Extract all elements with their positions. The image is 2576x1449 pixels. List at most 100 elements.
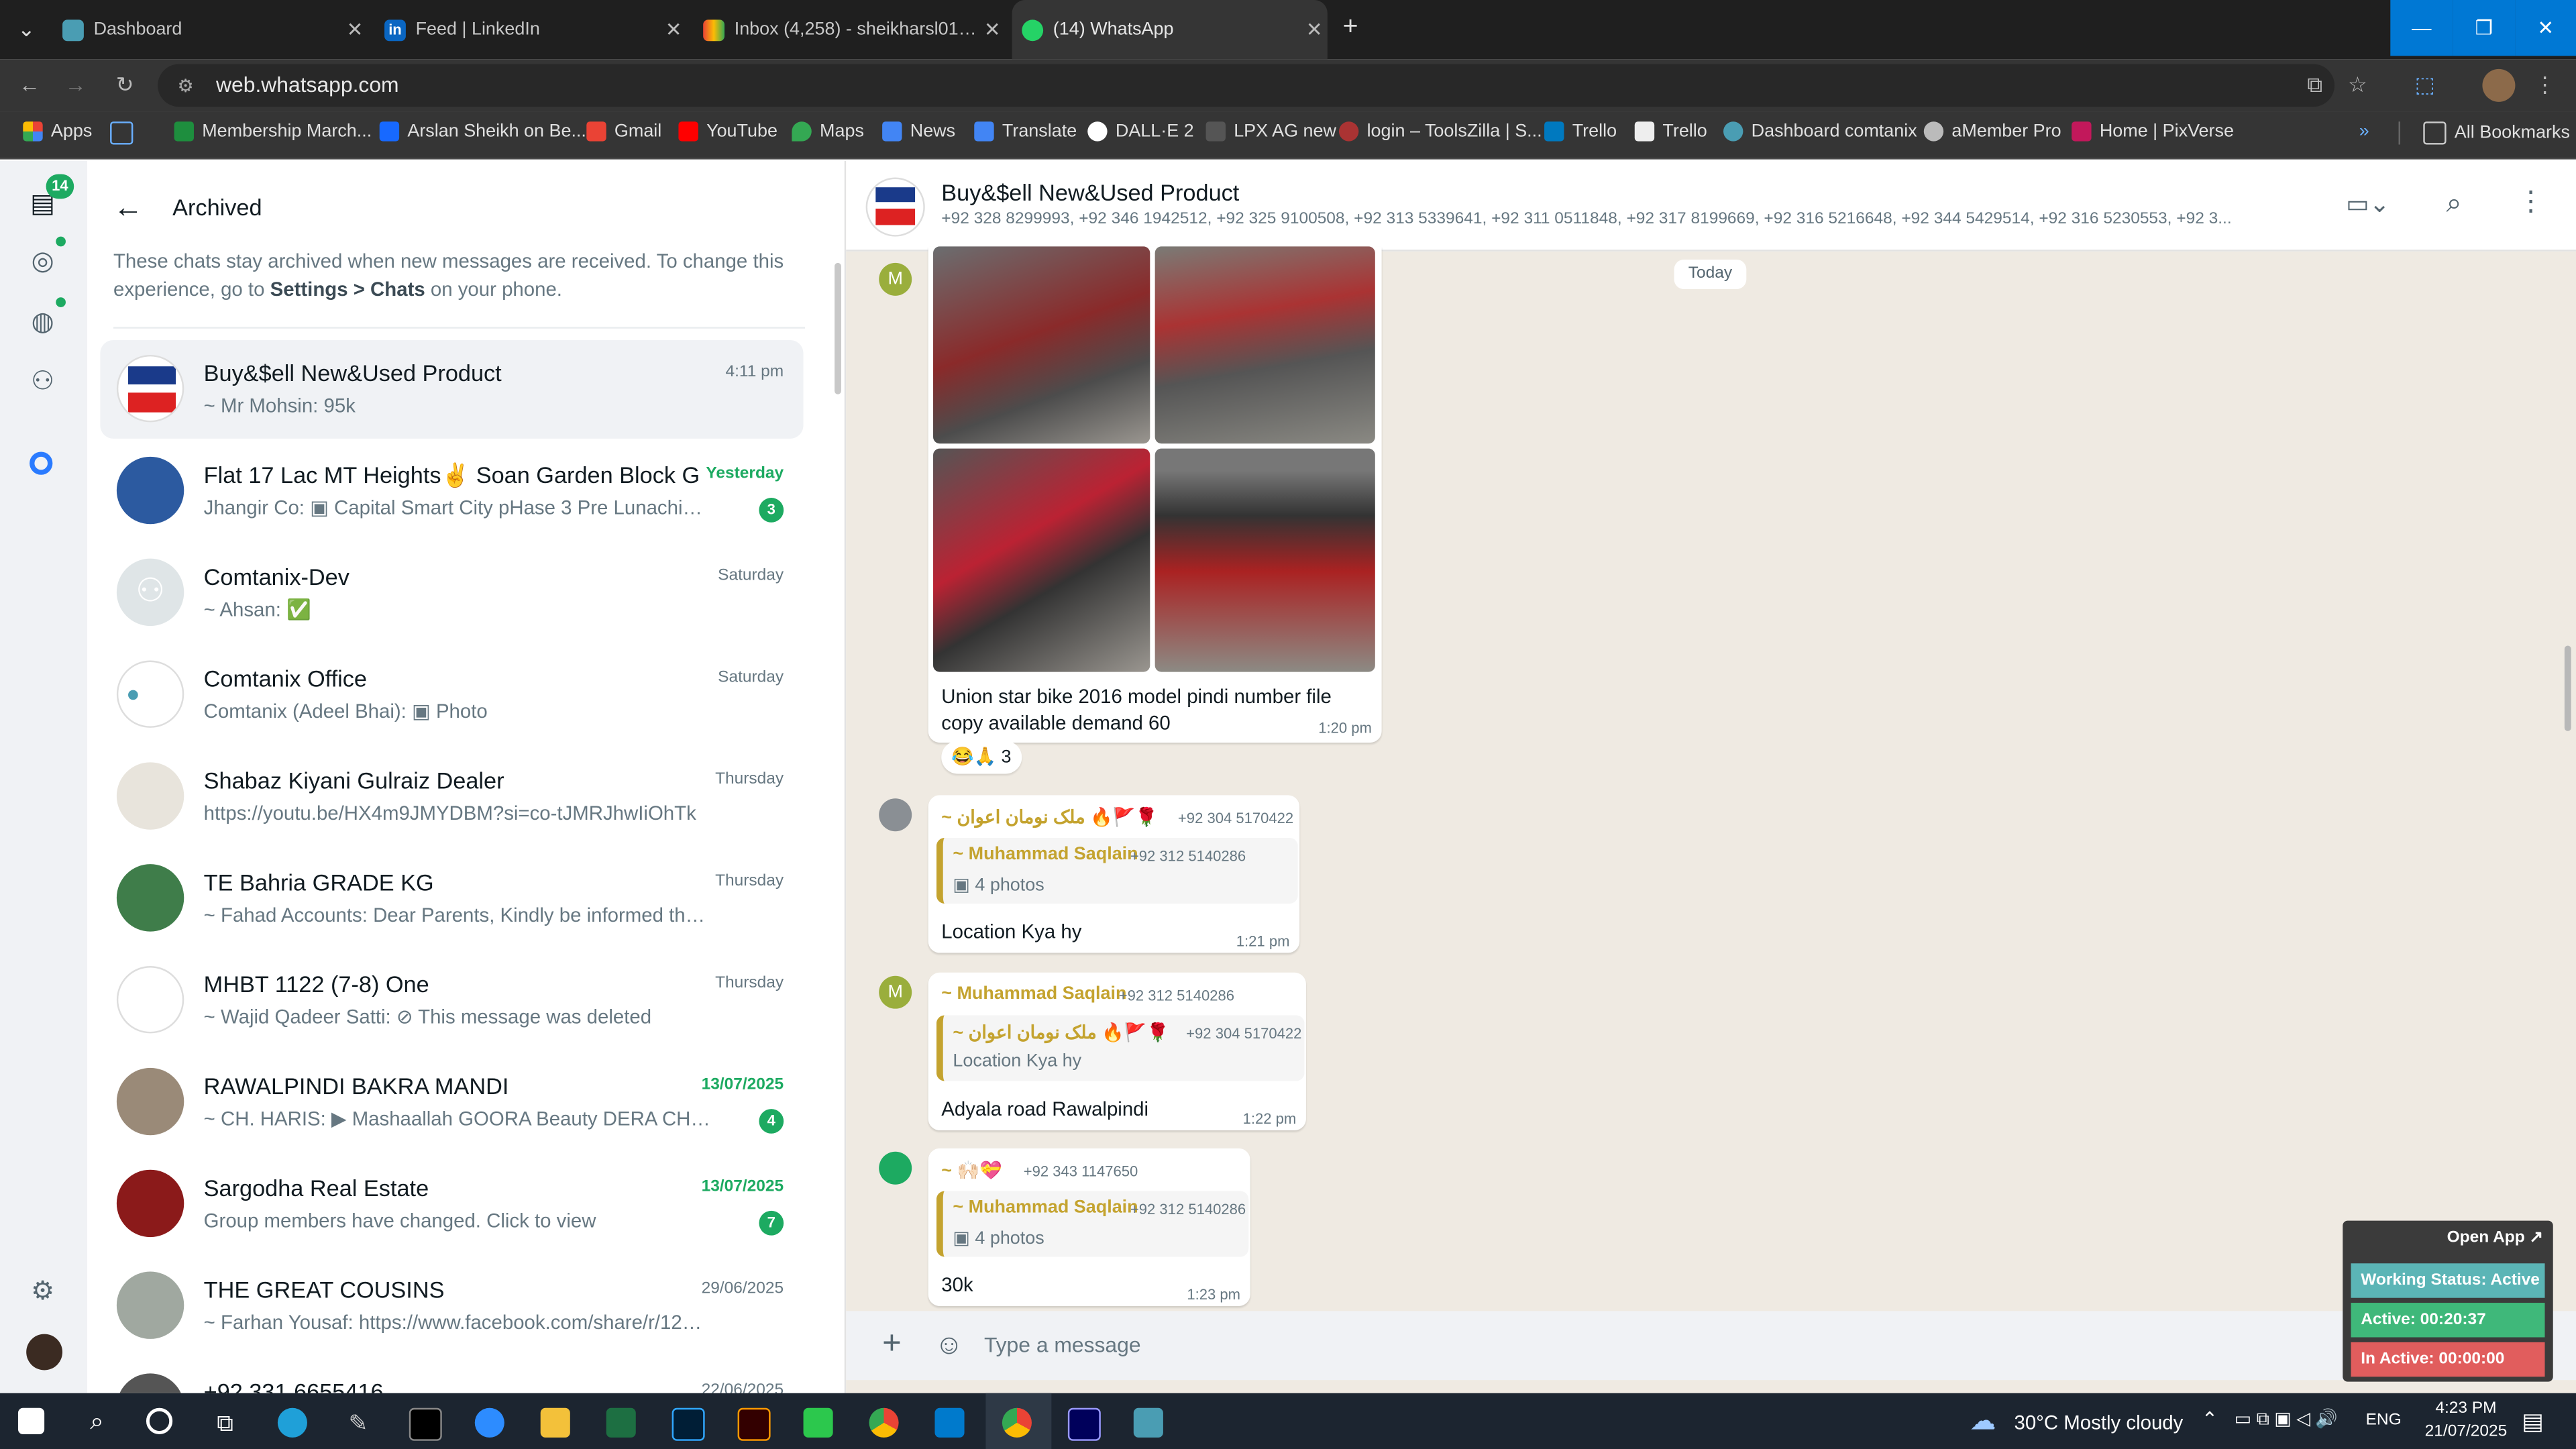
conversation-scrollbar[interactable] <box>2564 645 2571 731</box>
edge-icon[interactable] <box>277 1407 307 1438</box>
chat-row-comtanix-office[interactable]: Comtanix Office Comtanix (Adeel Bhai): ▣… <box>100 645 803 744</box>
forward-icon[interactable]: → <box>62 72 89 99</box>
settings-gear-icon[interactable]: ⚙ <box>25 1275 61 1311</box>
conversation-header[interactable]: Buy&$ell New&Used Product +92 328 829999… <box>846 161 2576 252</box>
photo-thumbnail[interactable] <box>933 246 1150 444</box>
close-tab-icon[interactable]: ✕ <box>979 18 1006 41</box>
app-icon[interactable] <box>803 1407 833 1438</box>
chat-row-mhbt[interactable]: MHBT 1122 (7-8) One ~ Wajid Qadeer Satti… <box>100 951 803 1050</box>
restore-button[interactable]: ❐ <box>2453 0 2516 56</box>
bookmark-behance[interactable]: Arslan Sheikh on Be... <box>379 121 586 142</box>
close-tab-icon[interactable]: ✕ <box>660 18 686 41</box>
task-view-icon[interactable]: ⧉ <box>210 1408 239 1438</box>
clock-time[interactable]: 4:23 PM <box>2425 1400 2507 1418</box>
site-info-icon[interactable]: ⚙ <box>177 77 193 97</box>
photo-thumbnail[interactable] <box>1155 448 1375 672</box>
tab-linkedin[interactable]: in Feed | LinkedIn ✕ <box>374 0 686 59</box>
clock-date[interactable]: 21/07/2025 <box>2418 1423 2514 1441</box>
chat-row-shabaz[interactable]: Shabaz Kiyani Gulraiz Dealer https://you… <box>100 747 803 846</box>
bookmark-trello-1[interactable]: Trello <box>1544 121 1617 142</box>
reload-icon[interactable]: ↻ <box>112 72 138 99</box>
bookmark-maps[interactable]: Maps <box>792 121 864 142</box>
chat-row-sargodha[interactable]: Sargodha Real Estate Group members have … <box>100 1155 803 1254</box>
profile-photo[interactable] <box>26 1334 63 1371</box>
chat-row-buy-sell[interactable]: Buy&$ell New&Used Product ~ Mr Mohsin: 9… <box>100 339 804 439</box>
tray-chevron-icon[interactable]: ⌃ <box>2202 1408 2218 1431</box>
search-icon[interactable]: ⌕ <box>2447 187 2462 220</box>
terminal-icon[interactable] <box>409 1407 442 1441</box>
photo-thumbnail[interactable] <box>933 448 1150 672</box>
vscode-icon[interactable] <box>934 1407 965 1438</box>
quoted-message[interactable]: ~ Muhammad Saqlain +92 312 5140286 ▣ 4 p… <box>936 1191 1249 1257</box>
tray-icons[interactable]: ▭ ⧉ ▣ ◁ 🔊 <box>2235 1408 2338 1431</box>
chat-row-te-bahria[interactable]: TE Bahria GRADE KG ~ Fahad Accounts: Dea… <box>100 849 803 948</box>
message-bubble[interactable]: ~ 🙌🏻💝 +92 343 1147650 ~ Muhammad Saqlain… <box>928 1148 1250 1306</box>
chat-row-bakra-mandi[interactable]: RAWALPINDI BAKRA MANDI ~ CH. HARIS: ▶ Ma… <box>100 1053 803 1152</box>
meta-ai-icon[interactable] <box>30 451 53 475</box>
all-bookmarks[interactable]: All Bookmarks <box>2398 121 2570 145</box>
close-tab-icon[interactable]: ✕ <box>1301 18 1328 41</box>
pen-icon[interactable]: ✎ <box>343 1408 373 1438</box>
tab-dashboard[interactable]: Dashboard ✕ <box>52 0 368 59</box>
tab-gmail[interactable]: Inbox (4,258) - sheikharsl01@g ✕ <box>693 0 1005 59</box>
weather-icon[interactable]: ☁ <box>1970 1408 1999 1438</box>
back-arrow-icon[interactable]: ← <box>113 191 143 225</box>
notification-icon[interactable]: ▤ <box>2522 1408 2543 1436</box>
channels-icon[interactable]: ◍ <box>25 306 61 342</box>
chrome-icon[interactable] <box>869 1407 899 1438</box>
list-scrollbar[interactable] <box>835 262 841 394</box>
illustrator-icon[interactable] <box>737 1407 771 1441</box>
bookmark-trello-2[interactable]: Trello <box>1634 121 1707 142</box>
chrome-active-icon[interactable] <box>1002 1407 1032 1438</box>
sticker-icon[interactable]: ☺ <box>934 1329 963 1362</box>
zoom-icon[interactable] <box>474 1407 504 1438</box>
tab-search-icon[interactable]: ⌄ <box>13 16 40 42</box>
bookmark-dalle[interactable]: DALL·E 2 <box>1087 121 1194 142</box>
profile-avatar[interactable] <box>2482 68 2516 102</box>
message-bubble[interactable]: ~ ملک نومان اعوان 🔥🚩🌹 +92 304 5170422 ~ … <box>928 795 1300 953</box>
group-avatar[interactable] <box>865 177 925 237</box>
new-tab-button[interactable]: + <box>1337 14 1363 41</box>
message-input[interactable]: Type a message <box>984 1332 1141 1357</box>
chat-row-great-cousins[interactable]: THE GREAT COUSINS ~ Farhan Yousaf: https… <box>100 1256 803 1355</box>
search-icon[interactable]: ⌕ <box>82 1408 111 1438</box>
bookmark-toolszilla[interactable]: login – ToolsZilla | S... <box>1338 121 1542 142</box>
bookmark-apps[interactable]: Apps <box>23 121 92 142</box>
bookmark-news[interactable]: News <box>882 121 955 142</box>
address-bar[interactable]: ⚙ web.whatsapp.com <box>158 64 2335 107</box>
bookmark-membership[interactable]: Membership March... <box>174 121 372 142</box>
tab-whatsapp[interactable]: (14) WhatsApp ✕ <box>1012 0 1328 60</box>
open-app-link[interactable]: Open App ↗ <box>2447 1229 2543 1247</box>
back-icon[interactable]: ← <box>16 72 42 99</box>
windows-start-icon[interactable] <box>17 1407 45 1434</box>
bookmark-lpx[interactable]: LPX AG new <box>1205 121 1336 142</box>
photoshop-icon[interactable] <box>672 1407 705 1441</box>
excel-icon[interactable] <box>606 1407 636 1438</box>
chat-row-comtanix-dev[interactable]: ⚇ Comtanix-Dev ~ Ahsan: ✅ Saturday <box>100 544 803 643</box>
attach-plus-icon[interactable]: + <box>882 1326 902 1363</box>
photo-thumbnail[interactable] <box>1155 246 1375 444</box>
weather-text[interactable]: 30°C Mostly cloudy <box>2014 1411 2183 1434</box>
communities-icon[interactable]: ⚇ <box>25 365 61 401</box>
premiere-icon[interactable] <box>1067 1407 1101 1441</box>
message-bubble[interactable]: Union star bike 2016 model pindi number … <box>928 246 1382 743</box>
more-bookmarks-icon[interactable]: » <box>2359 121 2369 141</box>
chat-menu-icon[interactable]: ⋮ <box>2517 186 2545 219</box>
file-explorer-icon[interactable] <box>540 1407 570 1438</box>
chat-row-flat[interactable]: Flat 17 Lac MT Heights✌️ Soan Garden Blo… <box>100 442 803 541</box>
install-app-icon[interactable]: ⧉ <box>2302 72 2328 99</box>
message-reactions[interactable]: 😂🙏 3 <box>941 741 1022 774</box>
video-call-icon[interactable]: ▭⌄ <box>2346 189 2390 219</box>
language-indicator[interactable]: ENG <box>2366 1411 2402 1430</box>
extensions-icon[interactable]: ⬚ <box>2412 72 2438 99</box>
bookmark-star-icon[interactable]: ☆ <box>2345 72 2371 99</box>
chat-row-phone[interactable]: +92 331 6655416 22/06/2025 <box>100 1358 803 1393</box>
status-icon[interactable]: ◎ <box>25 245 61 281</box>
bookmark-gmail[interactable]: Gmail <box>586 121 661 142</box>
bookmark-dashboard-comtanix[interactable]: Dashboard comtanix <box>1723 121 1917 142</box>
quoted-message[interactable]: ~ Muhammad Saqlain +92 312 5140286 ▣ 4 p… <box>936 837 1298 904</box>
minimize-button[interactable]: — <box>2390 0 2453 56</box>
quoted-message[interactable]: ~ ملک نومان اعوان 🔥🚩🌹 +92 304 5170422 Lo… <box>936 1015 1305 1081</box>
bookmark-pixverse[interactable]: Home | PixVerse <box>2072 121 2234 142</box>
browser-menu-icon[interactable]: ⋮ <box>2532 72 2558 99</box>
